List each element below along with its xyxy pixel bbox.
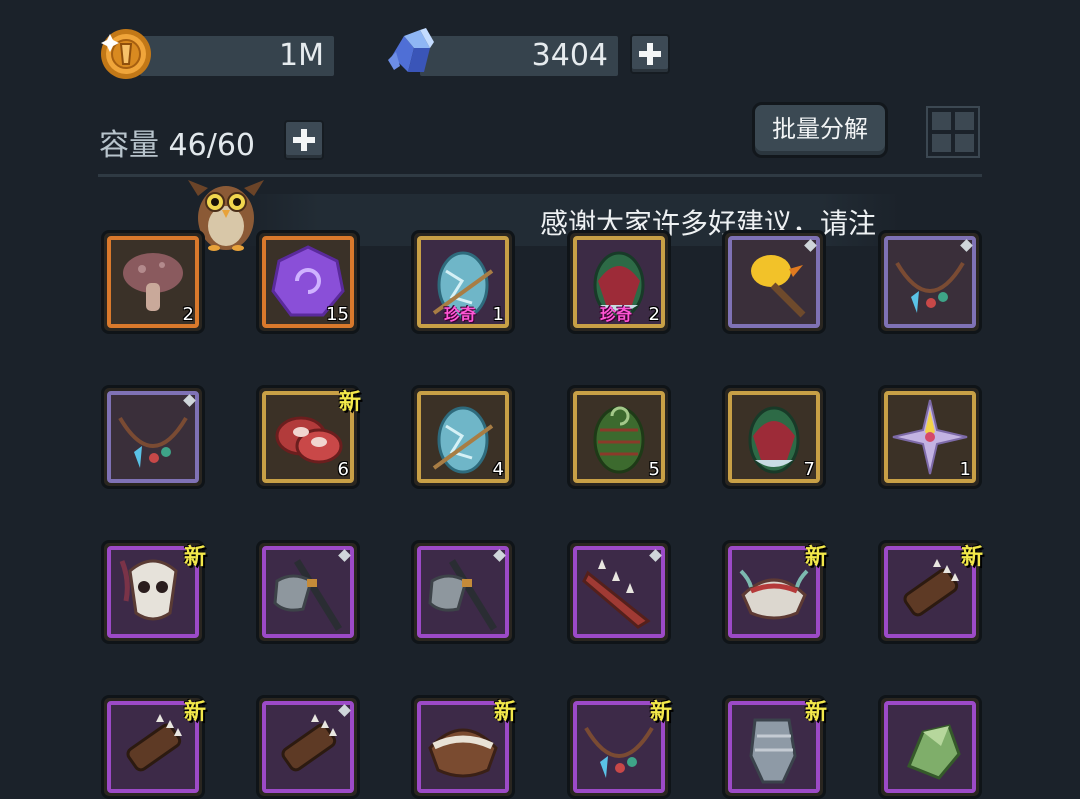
inventory-slot[interactable] [411,540,515,644]
inventory-slot[interactable] [567,540,671,644]
inventory-slot[interactable]: 新 [722,695,827,799]
inventory-slot[interactable]: 新 [722,540,827,644]
item-count: 7 [803,459,815,480]
bone-helmet-icon [739,569,809,620]
new-tag: 新 [493,700,516,725]
inventory-slot[interactable]: 珍奇 1 [411,230,515,334]
batch-decompose-button[interactable]: 批量分解 [752,102,888,158]
gold-coin-icon [101,29,151,79]
gauntlet-icon [749,718,797,784]
spiked-bracer-icon [281,714,337,772]
gold-amount: 1M [140,36,334,76]
inventory-slot[interactable]: 新 [101,540,206,644]
inventory-slot[interactable] [101,385,205,489]
item-count: 15 [326,304,349,325]
item-count: 1 [959,459,971,480]
battle-axe-icon [428,559,497,631]
new-tag: 新 [649,700,672,725]
item-count: 4 [492,459,504,480]
add-crystal-button[interactable] [630,34,670,74]
necklace-icon [118,416,188,468]
necklace-icon [895,261,965,313]
rare-tag: 珍奇 [444,305,477,324]
inventory-slot[interactable]: 6新 [256,385,361,489]
new-tag: 新 [960,545,983,570]
inventory-slot[interactable] [256,540,360,644]
new-tag: 新 [183,545,206,570]
battle-axe-icon [273,559,342,631]
new-tag: 新 [804,700,827,725]
green-gem-icon [907,724,961,780]
inventory-slot[interactable]: 5 [567,385,671,489]
new-tag: 新 [338,390,361,415]
inventory-slot[interactable] [878,695,982,799]
inventory-slot[interactable]: 新 [567,695,672,799]
spiked-bracer-icon [126,714,182,772]
inventory-slot[interactable]: 1 [878,385,982,489]
spiked-blade-icon [582,559,651,629]
crystal-icon [388,28,434,72]
item-count: 5 [648,459,660,480]
inventory-slot[interactable]: 珍奇 2 [567,230,671,334]
duck-axe-icon [751,255,806,318]
capacity-text: 容量 [99,128,159,163]
capacity-label: 容量 46/60 [99,120,255,164]
necklace-icon [584,726,654,778]
inventory-slot[interactable]: 7 [722,385,826,489]
inventory-slot[interactable]: 15 [256,230,360,334]
crystal-amount: 3404 [420,36,618,76]
capacity-value: 46/60 [168,128,256,163]
inventory-slot[interactable]: 4 [411,385,515,489]
new-tag: 新 [183,700,206,725]
item-count: 1 [492,304,504,325]
inventory-slot[interactable] [256,695,360,799]
expand-capacity-button[interactable] [284,120,324,160]
item-count: 6 [337,459,349,480]
spiked-bracer-icon [903,559,959,617]
inventory-slot[interactable]: 新 [878,540,983,644]
inventory-slot[interactable]: 新 [411,695,516,799]
skull-mask-icon [119,559,178,621]
item-count: 2 [182,304,194,325]
inventory-slot[interactable]: 2 [101,230,205,334]
inventory-slot[interactable] [722,230,826,334]
inventory-slot[interactable] [878,230,982,334]
item-count: 2 [648,304,660,325]
new-tag: 新 [804,545,827,570]
rare-tag: 珍奇 [600,305,633,324]
inventory-slot[interactable]: 新 [101,695,206,799]
grid-view-icon[interactable] [926,106,980,158]
fur-helmet-icon [428,728,498,778]
